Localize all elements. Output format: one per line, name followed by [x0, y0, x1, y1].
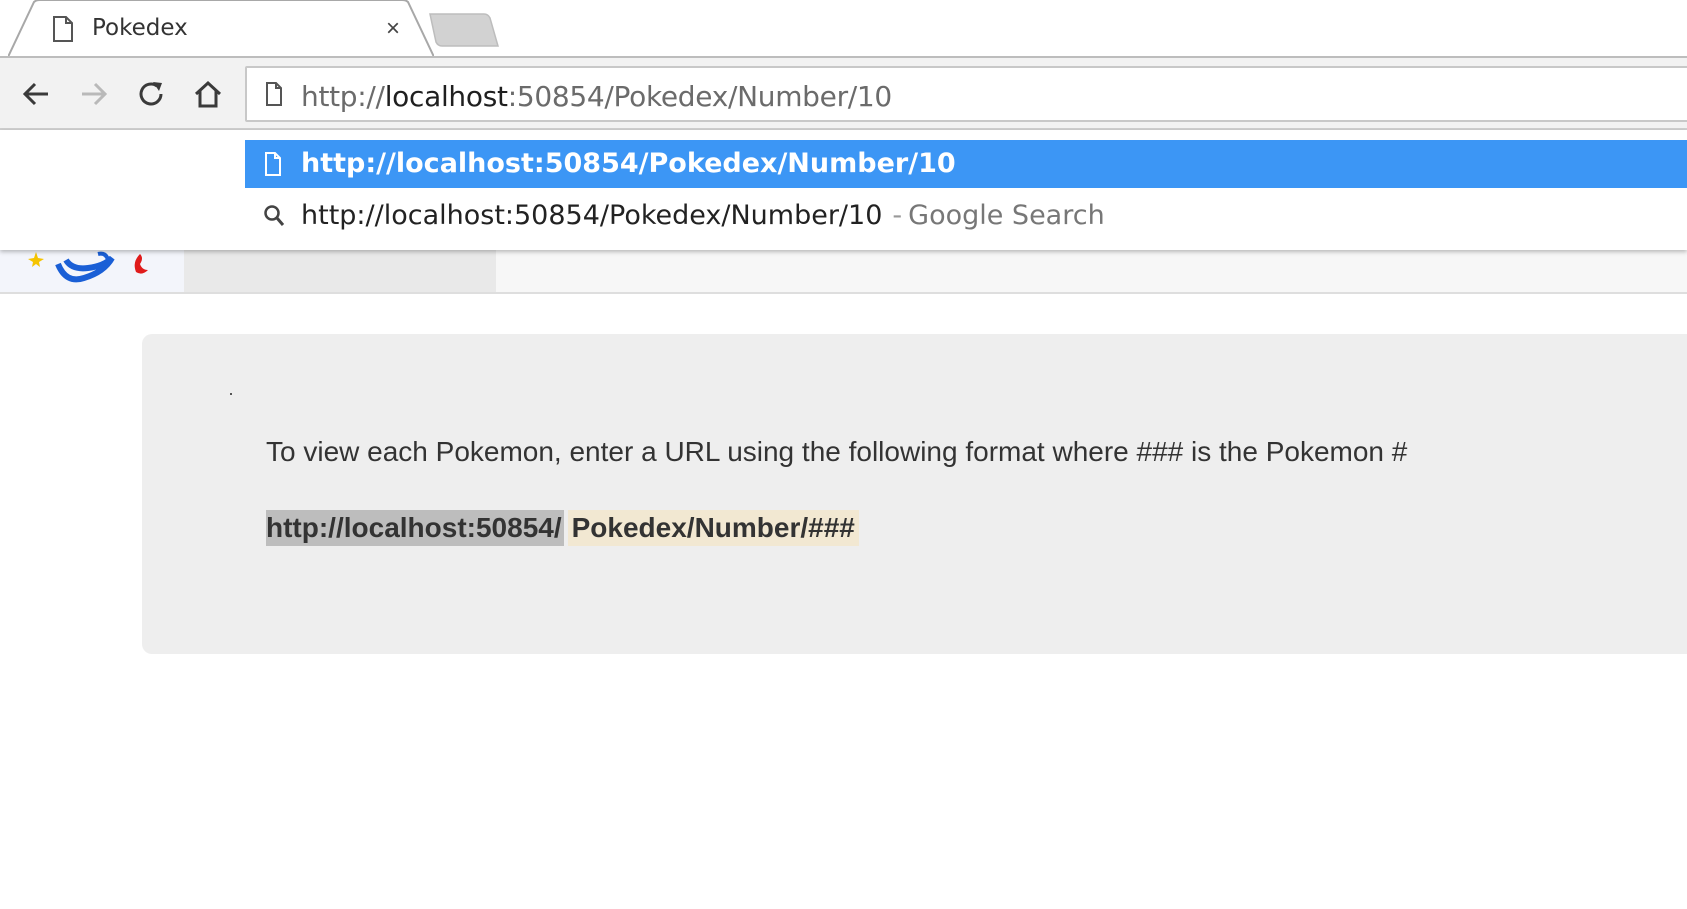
forward-button[interactable]: [74, 74, 114, 114]
address-bar[interactable]: http://localhost:50854/Pokedex/Number/10: [245, 66, 1687, 122]
close-tab-icon[interactable]: ×: [378, 14, 408, 44]
url-scheme: http://: [301, 80, 385, 113]
page-icon: [265, 82, 283, 106]
url-format: http://localhost:50854/ Pokedex/Number/#…: [266, 510, 859, 546]
suggestion-engine: Google Search: [908, 200, 1105, 231]
home-button[interactable]: [188, 74, 228, 114]
stray-dot: [230, 393, 232, 395]
url-format-path: Pokedex/Number/###: [567, 510, 859, 546]
browser-toolbar: http://localhost:50854/Pokedex/Number/10: [0, 58, 1687, 130]
url-format-base: http://localhost:50854/: [266, 510, 564, 546]
suggestion-text: http://localhost:50854/Pokedex/Number/10…: [301, 200, 1105, 231]
suggestion-separator: -: [892, 200, 903, 231]
suggestion-query: http://localhost:50854/Pokedex/Number/10: [301, 200, 883, 231]
intro-text: To view each Pokemon, enter a URL using …: [266, 436, 1408, 467]
home-icon: [194, 80, 222, 108]
arrow-left-icon: [22, 82, 48, 106]
suggestion-search[interactable]: http://localhost:50854/Pokedex/Number/10…: [245, 192, 1687, 240]
address-bar-url[interactable]: http://localhost:50854/Pokedex/Number/10: [301, 80, 892, 113]
new-tab-button[interactable]: [426, 12, 502, 48]
tab-pokedex[interactable]: Pokedex ×: [8, 0, 434, 58]
page-icon: [52, 16, 74, 42]
arrow-right-icon: [82, 82, 108, 106]
search-icon: [263, 204, 285, 228]
url-rest: :50854/Pokedex/Number/10: [507, 80, 893, 113]
jumbotron: To view each Pokemon, enter a URL using …: [142, 334, 1687, 654]
suggestion-text: http://localhost:50854/Pokedex/Number/10: [301, 148, 956, 179]
suggestion-url[interactable]: http://localhost:50854/Pokedex/Number/10: [245, 140, 1687, 188]
omnibox-suggestions: http://localhost:50854/Pokedex/Number/10…: [0, 130, 1687, 250]
reload-button[interactable]: [131, 74, 171, 114]
reload-icon: [139, 82, 163, 106]
page-icon: [263, 152, 283, 176]
tab-title: Pokedex: [92, 15, 188, 41]
tab-strip: Pokedex ×: [0, 0, 1687, 58]
back-button[interactable]: [16, 74, 56, 114]
url-host: localhost: [384, 80, 508, 113]
